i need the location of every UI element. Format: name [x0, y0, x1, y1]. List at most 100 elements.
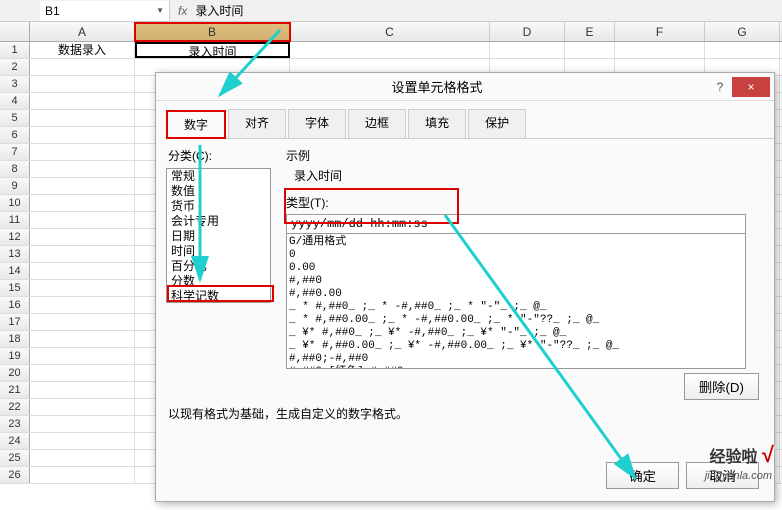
row-header[interactable]: 9 — [0, 178, 30, 194]
row-header[interactable]: 13 — [0, 246, 30, 262]
category-item[interactable]: 科学记数 — [167, 289, 270, 303]
type-input[interactable] — [286, 214, 746, 234]
cell[interactable] — [30, 416, 135, 432]
row-header[interactable]: 7 — [0, 144, 30, 160]
row-header[interactable]: 26 — [0, 467, 30, 483]
row-header[interactable]: 23 — [0, 416, 30, 432]
row-header[interactable]: 10 — [0, 195, 30, 211]
format-item[interactable]: #,##0.00 — [289, 288, 743, 301]
row-header[interactable]: 11 — [0, 212, 30, 228]
row-header[interactable]: 15 — [0, 280, 30, 296]
row-header[interactable]: 16 — [0, 297, 30, 313]
cell[interactable] — [30, 365, 135, 381]
row-header[interactable]: 20 — [0, 365, 30, 381]
row-header[interactable]: 17 — [0, 314, 30, 330]
cell[interactable] — [30, 467, 135, 483]
row-header[interactable]: 8 — [0, 161, 30, 177]
column-header-c[interactable]: C — [290, 22, 490, 41]
category-item[interactable]: 日期 — [167, 229, 270, 244]
row-header[interactable]: 4 — [0, 93, 30, 109]
format-item[interactable]: #,##0 — [289, 275, 743, 288]
cell[interactable] — [30, 450, 135, 466]
row-header[interactable]: 18 — [0, 331, 30, 347]
row-header[interactable]: 3 — [0, 76, 30, 92]
cell[interactable]: 数据录入 — [30, 42, 135, 58]
row-header[interactable]: 24 — [0, 433, 30, 449]
format-item[interactable]: #,##0;-#,##0 — [289, 353, 743, 366]
format-item[interactable]: #,##0;[红色]-#,##0 — [289, 366, 743, 369]
format-item[interactable]: _ ¥* #,##0.00_ ;_ ¥* -#,##0.00_ ;_ ¥* "-… — [289, 340, 743, 353]
row-header[interactable]: 12 — [0, 229, 30, 245]
cell[interactable] — [30, 348, 135, 364]
cell[interactable] — [30, 314, 135, 330]
column-header-a[interactable]: A — [30, 22, 135, 41]
help-button[interactable]: ? — [708, 80, 732, 94]
cell[interactable] — [30, 127, 135, 143]
category-item[interactable]: 时间 — [167, 244, 270, 259]
row-header[interactable]: 1 — [0, 42, 30, 58]
cell[interactable] — [705, 42, 780, 58]
cell[interactable] — [30, 178, 135, 194]
cell[interactable] — [30, 161, 135, 177]
row-header[interactable]: 19 — [0, 348, 30, 364]
cell[interactable] — [30, 382, 135, 398]
cell[interactable] — [30, 433, 135, 449]
tab-fill[interactable]: 填充 — [408, 109, 466, 138]
category-item[interactable]: 会计专用 — [167, 214, 270, 229]
fx-icon[interactable]: fx — [178, 4, 187, 18]
format-item[interactable]: G/通用格式 — [289, 236, 743, 249]
cell[interactable] — [565, 42, 615, 58]
format-list[interactable]: G/通用格式00.00#,##0#,##0.00_ * #,##0_ ;_ * … — [286, 234, 746, 369]
name-box[interactable]: B1 ▼ — [40, 1, 170, 21]
row-header[interactable]: 22 — [0, 399, 30, 415]
category-item[interactable]: 常规 — [167, 169, 270, 184]
cell[interactable] — [30, 263, 135, 279]
chevron-down-icon[interactable]: ▼ — [156, 6, 164, 15]
column-header-e[interactable]: E — [565, 22, 615, 41]
tab-font[interactable]: 字体 — [288, 109, 346, 138]
cell[interactable] — [30, 144, 135, 160]
tab-number[interactable]: 数字 — [166, 110, 226, 139]
column-header-f[interactable]: F — [615, 22, 705, 41]
tab-alignment[interactable]: 对齐 — [228, 109, 286, 138]
cell[interactable] — [30, 212, 135, 228]
category-item[interactable]: 分数 — [167, 274, 270, 289]
dialog-titlebar[interactable]: 设置单元格格式 ? × — [156, 73, 774, 101]
format-item[interactable]: 0.00 — [289, 262, 743, 275]
row-header[interactable]: 5 — [0, 110, 30, 126]
cell[interactable] — [30, 331, 135, 347]
format-item[interactable]: 0 — [289, 249, 743, 262]
row-header[interactable]: 25 — [0, 450, 30, 466]
close-button[interactable]: × — [732, 77, 770, 97]
tab-protection[interactable]: 保护 — [468, 109, 526, 138]
select-all-corner[interactable] — [0, 22, 30, 41]
cell[interactable] — [30, 246, 135, 262]
cell[interactable] — [30, 195, 135, 211]
format-item[interactable]: _ * #,##0.00_ ;_ * -#,##0.00_ ;_ * "-"??… — [289, 314, 743, 327]
cell[interactable] — [30, 280, 135, 296]
cell[interactable] — [290, 42, 490, 58]
category-list[interactable]: 常规数值货币会计专用日期时间百分比分数科学记数文本特殊自定义 — [166, 168, 271, 303]
row-header[interactable]: 21 — [0, 382, 30, 398]
cell[interactable] — [30, 399, 135, 415]
cell[interactable] — [615, 42, 705, 58]
delete-button[interactable]: 删除(D) — [684, 373, 759, 400]
column-header-g[interactable]: G — [705, 22, 780, 41]
cell[interactable] — [30, 59, 135, 75]
formula-text[interactable]: 录入时间 — [195, 2, 243, 19]
row-header[interactable]: 14 — [0, 263, 30, 279]
column-header-d[interactable]: D — [490, 22, 565, 41]
format-item[interactable]: _ * #,##0_ ;_ * -#,##0_ ;_ * "-"_ ;_ @_ — [289, 301, 743, 314]
row-header[interactable]: 6 — [0, 127, 30, 143]
column-header-b[interactable]: B — [135, 22, 290, 41]
cell[interactable]: 录入时间 — [135, 42, 290, 58]
category-item[interactable]: 百分比 — [167, 259, 270, 274]
cell[interactable] — [30, 93, 135, 109]
category-item[interactable]: 货币 — [167, 199, 270, 214]
tab-border[interactable]: 边框 — [348, 109, 406, 138]
cell[interactable] — [30, 229, 135, 245]
category-item[interactable]: 数值 — [167, 184, 270, 199]
cell[interactable] — [30, 110, 135, 126]
ok-button[interactable]: 确定 — [606, 462, 679, 489]
cell[interactable] — [30, 76, 135, 92]
